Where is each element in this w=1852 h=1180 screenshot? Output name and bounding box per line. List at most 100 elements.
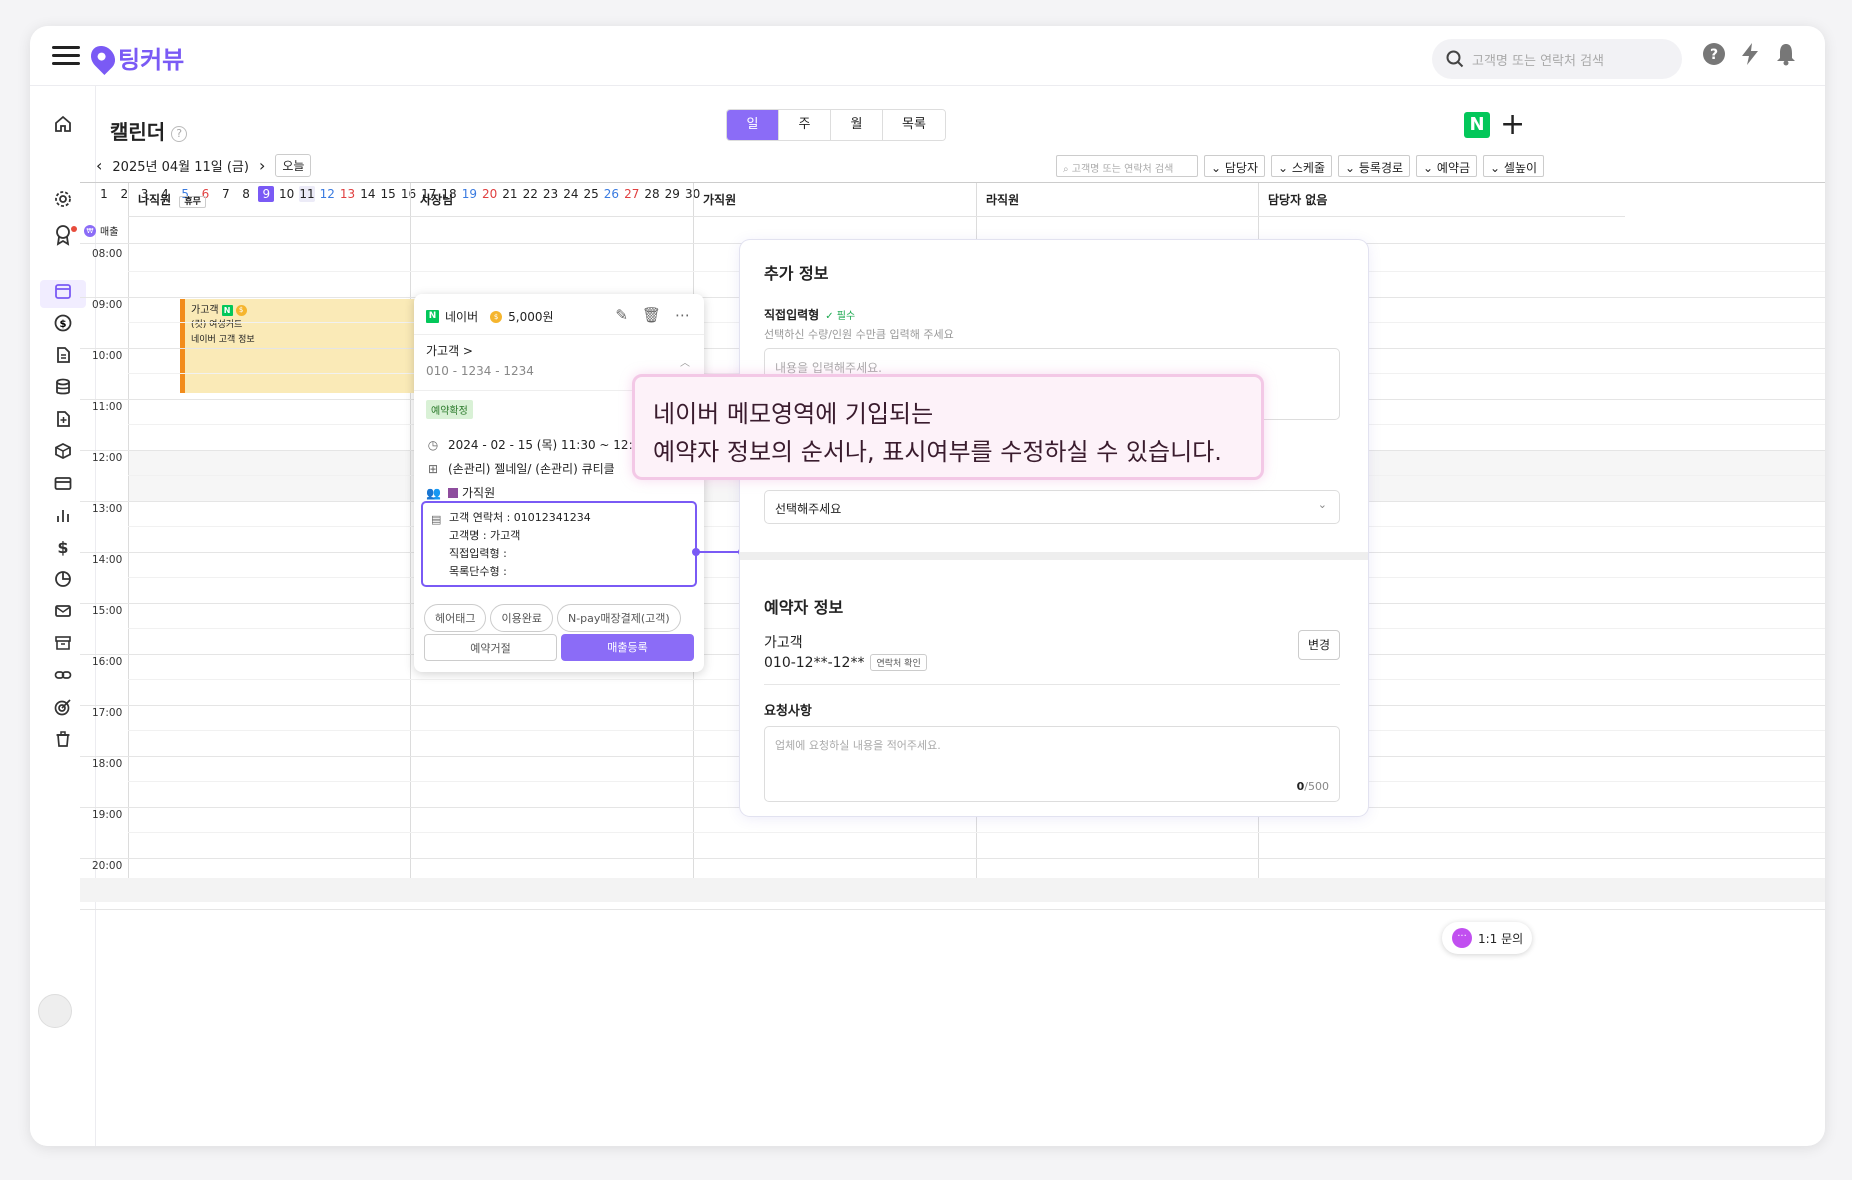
header-actions: N + xyxy=(1464,110,1525,140)
filter-deposit-label: 예약금 xyxy=(1436,161,1471,175)
won-icon: ₩ xyxy=(84,224,96,237)
column-name: 담당자 없음 xyxy=(1268,193,1328,207)
required-badge: ✓ 필수 xyxy=(825,311,856,322)
tab-month[interactable]: 월 xyxy=(831,110,883,140)
column-header-staff[interactable]: 사장님 xyxy=(410,183,693,217)
memo-icon: ▤ xyxy=(431,513,442,526)
memo-line: 고객명 : 가고객 xyxy=(449,529,521,542)
top-bar: 팅커뷰 고객명 또는 연락처 검색 ? xyxy=(30,26,1825,86)
logo-text: 팅커뷰 xyxy=(118,46,185,74)
tag-chip[interactable]: N-pay매장결제(고객) xyxy=(556,604,681,632)
help-question-icon[interactable]: ? xyxy=(171,125,188,142)
app-logo[interactable]: 팅커뷰 xyxy=(86,40,185,75)
inquiry-label: 1:1 문의 xyxy=(1478,931,1524,946)
hamburger-menu-icon[interactable] xyxy=(52,46,80,66)
naver-icon: N xyxy=(426,310,439,323)
global-search-input[interactable]: 고객명 또는 연락처 검색 xyxy=(1432,39,1682,79)
filter-schedule[interactable]: ⌄ 스케줄 xyxy=(1271,155,1332,177)
coin-icon: $ xyxy=(235,305,247,316)
change-button[interactable]: 변경 xyxy=(1298,630,1340,660)
filter-bar: ⌕ 고객명 또는 연락처 검색 ⌄ 담당자 ⌄ 스케줄 ⌄ 등록경로 ⌄ 예약금… xyxy=(1056,155,1545,177)
section-title: 예약자 정보 xyxy=(764,598,844,617)
chevron-right-icon[interactable]: › xyxy=(259,156,265,175)
more-icon[interactable]: ⋯ xyxy=(675,306,690,324)
add-document-icon xyxy=(57,411,70,427)
time-label: 16:00 xyxy=(92,656,123,668)
dollar-circle-icon: $ xyxy=(54,314,72,332)
bar-chart-icon xyxy=(57,510,69,522)
user-avatar[interactable] xyxy=(38,994,72,1028)
current-date[interactable]: 2025년 04월 11일 (금) xyxy=(112,156,249,175)
filter-staff[interactable]: ⌄ 담당자 xyxy=(1204,155,1265,177)
appointment-name: 가고객 xyxy=(191,305,219,316)
naver-memo-box: ▤ 고객 연락처 : 01012341234 고객명 : 가고객 직접입력형 :… xyxy=(421,501,697,587)
tab-list[interactable]: 목록 xyxy=(883,110,945,140)
memo-line: 고객 연락처 : 01012341234 xyxy=(449,511,591,524)
char-counter: 0/500 xyxy=(1297,780,1329,793)
search-icon xyxy=(1446,50,1464,68)
char-count-max: /500 xyxy=(1304,780,1329,793)
tab-week[interactable]: 주 xyxy=(779,110,831,140)
sidebar-item-home[interactable] xyxy=(30,114,96,142)
connector-dot xyxy=(692,548,700,556)
edit-icon[interactable]: ✎ xyxy=(615,306,628,324)
box-icon xyxy=(55,442,71,460)
verify-phone-chip[interactable]: 연락처 확인 xyxy=(870,654,927,671)
section-title: 추가 정보 xyxy=(764,264,829,283)
field-label: 직접입력형 xyxy=(764,308,820,322)
reject-button[interactable]: 예약거절 xyxy=(424,634,557,661)
column-name: 사장님 xyxy=(420,193,454,207)
chevron-left-icon[interactable]: ‹ xyxy=(96,156,102,175)
tag-chip[interactable]: 헤어태그 xyxy=(424,604,487,632)
appointment-block[interactable]: 가고객 N $ (컷) 여성커트 네이버 고객 정보 xyxy=(180,299,448,393)
column-name: 라직원 xyxy=(986,193,1020,207)
time-label: 13:00 xyxy=(92,503,123,515)
sales-label: 매출 xyxy=(100,227,119,238)
appointment-service: (컷) 여성커트 xyxy=(191,320,243,330)
global-search-placeholder: 고객명 또는 연락처 검색 xyxy=(1472,53,1604,69)
popup-customer-link[interactable]: 가고객 > xyxy=(426,342,473,359)
column-header-staff[interactable]: 나직원 휴무 xyxy=(128,183,410,217)
filter-source[interactable]: ⌄ 등록경로 xyxy=(1338,155,1411,177)
naver-icon: N xyxy=(221,305,233,316)
tag-chip[interactable]: 이용완료 xyxy=(490,604,553,632)
request-textarea[interactable]: 업체에 요청하실 내용을 적어주세요. 0/500 xyxy=(764,726,1340,802)
column-header-staff[interactable]: 담당자 없음 xyxy=(1258,183,1625,217)
tab-day[interactable]: 일 xyxy=(727,110,779,140)
option-select[interactable]: 선택해주세요 ⌄ xyxy=(764,490,1340,524)
add-icon[interactable]: + xyxy=(1500,110,1525,140)
filter-cell-height[interactable]: ⌄ 셀높이 xyxy=(1483,155,1545,177)
document-icon xyxy=(57,347,70,363)
column-header-staff[interactable]: 라직원 xyxy=(976,183,1258,217)
time-label: 10:00 xyxy=(92,350,123,362)
lightning-icon[interactable] xyxy=(1736,42,1764,70)
register-sales-button[interactable]: 매출등록 xyxy=(561,634,694,661)
popup-amount: 5,000원 xyxy=(508,310,554,324)
filter-staff-label: 담당자 xyxy=(1224,161,1258,175)
svg-text:$: $ xyxy=(60,319,67,330)
help-icon[interactable]: ? xyxy=(1700,42,1728,70)
time-label: 08:00 xyxy=(92,248,123,260)
popup-source: 네이버 xyxy=(445,310,479,324)
filter-schedule-label: 스케줄 xyxy=(1291,161,1325,175)
today-button[interactable]: 오늘 xyxy=(275,154,312,177)
booking-info-panel: 추가 정보 직접입력형 ✓ 필수 선택하신 수량/인원 수만큼 입력해 주세요 내… xyxy=(740,240,1368,816)
time-label: 11:00 xyxy=(92,401,123,413)
chevron-down-icon: ⌄ xyxy=(1317,498,1327,511)
appointment-note: 네이버 고객 정보 xyxy=(191,335,255,345)
trash-icon[interactable]: 🗑 xyxy=(642,306,661,324)
svg-text:?: ? xyxy=(1710,47,1718,63)
column-name: 가직원 xyxy=(703,193,737,207)
naver-icon[interactable]: N xyxy=(1464,112,1490,138)
time-label: 17:00 xyxy=(92,707,123,719)
filter-search-input[interactable]: ⌕ 고객명 또는 연락처 검색 xyxy=(1056,155,1198,177)
pie-chart-icon xyxy=(55,571,71,587)
coin-icon: $ xyxy=(490,310,503,323)
time-label: 19:00 xyxy=(92,809,123,821)
bell-icon[interactable] xyxy=(1772,42,1800,70)
inquiry-button[interactable]: ··· 1:1 문의 xyxy=(1442,922,1532,954)
chevron-up-icon[interactable]: ︿ xyxy=(680,354,690,369)
filter-deposit[interactable]: ⌄ 예약금 xyxy=(1416,155,1478,177)
column-header-staff[interactable]: 가직원 xyxy=(693,183,976,217)
popup-staff: 가직원 xyxy=(462,486,496,500)
